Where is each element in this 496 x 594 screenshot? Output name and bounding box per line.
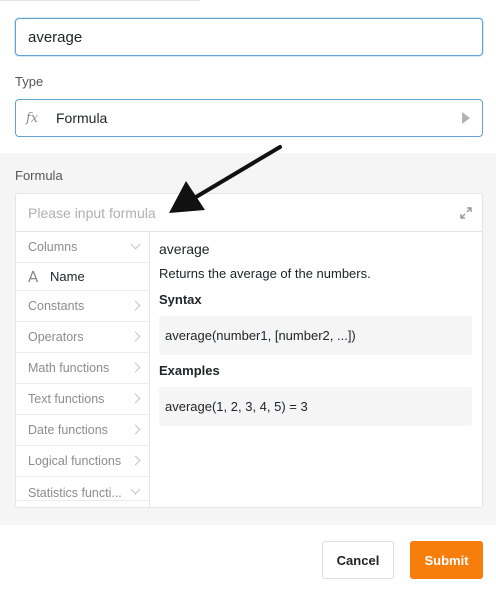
syntax-code: average(number1, [number2, ...]) bbox=[159, 316, 472, 355]
chevron-down-icon bbox=[130, 239, 141, 250]
dialog-footer: Cancel Submit bbox=[0, 525, 496, 594]
column-item-label: Name bbox=[50, 269, 85, 284]
type-label: Type bbox=[15, 74, 44, 89]
text-column-icon: A bbox=[28, 267, 39, 286]
fx-icon: fx bbox=[26, 110, 39, 126]
function-category-list: Columns A Name Constants Operators Math … bbox=[16, 232, 150, 507]
formula-editor: Columns A Name Constants Operators Math … bbox=[15, 193, 483, 508]
type-select[interactable]: fx Formula bbox=[15, 99, 483, 137]
triangle-right-icon bbox=[462, 112, 470, 124]
nav-statistics-label: Statistics functi... bbox=[28, 486, 122, 500]
formula-label: Formula bbox=[15, 168, 63, 183]
example-code: average(1, 2, 3, 4, 5) = 3 bbox=[159, 387, 472, 426]
nav-operators-label: Operators bbox=[28, 330, 84, 344]
type-value: Formula bbox=[56, 110, 108, 126]
top-divider bbox=[0, 0, 200, 1]
nav-logical-label: Logical functions bbox=[28, 454, 122, 468]
syntax-title: Syntax bbox=[159, 292, 202, 307]
chevron-right-icon bbox=[130, 424, 141, 435]
nav-date-label: Date functions bbox=[28, 423, 108, 437]
chevron-down-icon bbox=[130, 484, 141, 495]
examples-title: Examples bbox=[159, 363, 220, 378]
chevron-right-icon bbox=[130, 362, 141, 373]
expand-icon[interactable] bbox=[460, 207, 472, 219]
nav-operators[interactable]: Operators bbox=[16, 322, 149, 353]
nav-text-functions[interactable]: Text functions bbox=[16, 384, 149, 415]
submit-button[interactable]: Submit bbox=[410, 541, 483, 579]
column-name-input[interactable] bbox=[15, 18, 483, 56]
formula-section: Formula Columns A Name Constants Operato… bbox=[0, 153, 496, 525]
chevron-right-icon bbox=[130, 393, 141, 404]
nav-date-functions[interactable]: Date functions bbox=[16, 415, 149, 446]
formula-input[interactable] bbox=[16, 194, 482, 232]
function-description: Returns the average of the numbers. bbox=[159, 266, 371, 281]
nav-columns[interactable]: Columns bbox=[16, 232, 149, 263]
function-name: average bbox=[159, 241, 210, 257]
nav-logical-functions[interactable]: Logical functions bbox=[16, 446, 149, 477]
chevron-right-icon bbox=[130, 331, 141, 342]
nav-text-label: Text functions bbox=[28, 392, 105, 406]
nav-constants[interactable]: Constants bbox=[16, 291, 149, 322]
nav-constants-label: Constants bbox=[28, 299, 85, 313]
column-item-name[interactable]: A Name bbox=[16, 263, 149, 291]
cancel-button[interactable]: Cancel bbox=[322, 541, 394, 579]
nav-statistics-functions[interactable]: Statistics functi... bbox=[16, 477, 149, 501]
chevron-right-icon bbox=[130, 455, 141, 466]
nav-columns-label: Columns bbox=[28, 240, 78, 254]
chevron-right-icon bbox=[130, 300, 141, 311]
nav-math-label: Math functions bbox=[28, 361, 110, 375]
nav-math-functions[interactable]: Math functions bbox=[16, 353, 149, 384]
